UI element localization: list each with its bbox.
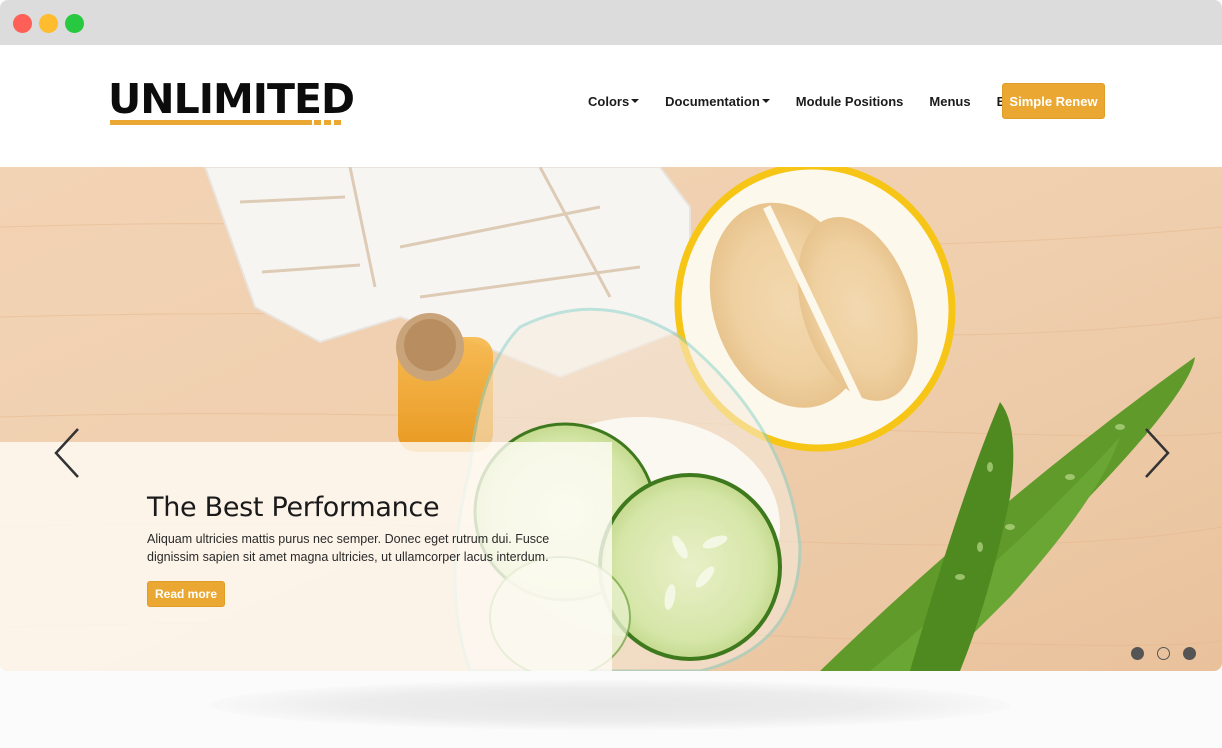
slider-prev-button[interactable]	[50, 425, 86, 481]
logo-underline	[110, 120, 312, 125]
nav-item-colors[interactable]: Colors	[588, 93, 640, 109]
nav-item-module-positions[interactable]: Module Positions	[796, 94, 904, 109]
caret-down-icon	[631, 99, 640, 103]
window-close-button[interactable]	[13, 14, 32, 33]
slider-dot[interactable]	[1183, 647, 1196, 660]
slider-next-button[interactable]	[1138, 425, 1174, 481]
window-maximize-button[interactable]	[65, 14, 84, 33]
slider-dot-active[interactable]	[1157, 647, 1170, 660]
window-minimize-button[interactable]	[39, 14, 58, 33]
site-logo[interactable]: UNLIMITED	[108, 75, 355, 125]
main-nav: Colors Documentation Module Positions Me…	[588, 83, 1051, 119]
nav-item-label: Module Positions	[795, 93, 904, 109]
nav-item-label: Colors	[588, 93, 630, 109]
simple-renew-button[interactable]: Simple Renew	[1002, 83, 1105, 119]
slider-dot[interactable]	[1131, 647, 1144, 660]
nav-item-documentation[interactable]: Documentation	[665, 94, 770, 109]
window-drop-shadow	[210, 680, 1010, 730]
slider-pagination	[1131, 647, 1196, 660]
window-titlebar	[0, 0, 1222, 45]
logo-underline-dot	[324, 120, 331, 125]
logo-underline-dot	[314, 120, 321, 125]
nav-item-menus[interactable]: Menus	[929, 94, 970, 109]
read-more-button[interactable]: Read more	[147, 581, 225, 607]
chevron-right-icon	[1145, 428, 1170, 478]
logo-text: UNLIMITED	[108, 75, 355, 123]
chevron-left-icon	[54, 428, 79, 478]
slide-caption: The Best Performance Aliquam ultricies m…	[0, 442, 612, 671]
nav-item-label: Menus	[929, 93, 971, 109]
hero-slider: The Best Performance Aliquam ultricies m…	[0, 167, 1222, 671]
nav-item-label: Documentation	[665, 93, 760, 109]
web-page: UNLIMITED Colors Documentation Module Po…	[0, 45, 1222, 671]
site-header: UNLIMITED Colors Documentation Module Po…	[0, 45, 1222, 167]
caret-down-icon	[761, 99, 770, 103]
logo-underline-dot	[334, 120, 341, 125]
slide-title: The Best Performance	[147, 492, 440, 523]
slide-description: Aliquam ultricies mattis purus nec sempe…	[147, 532, 550, 564]
